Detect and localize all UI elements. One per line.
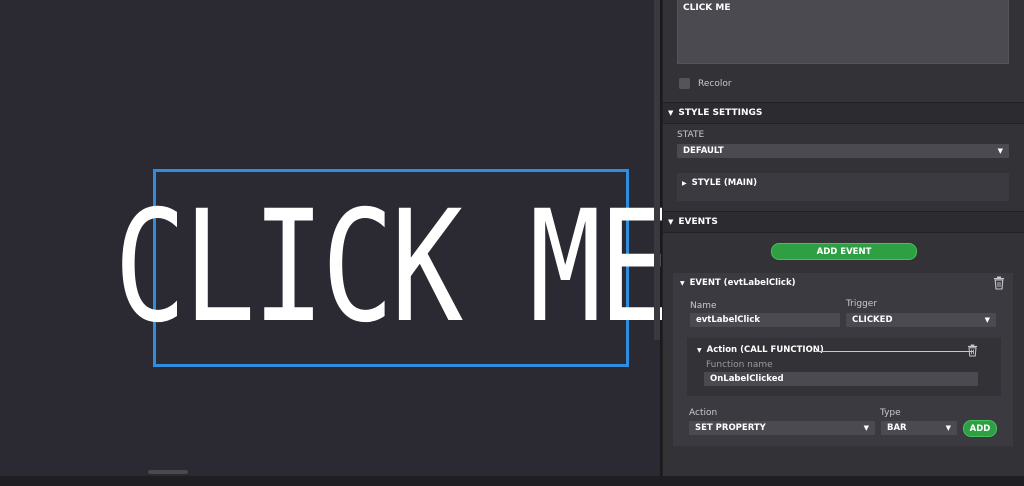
event-header[interactable]: ▼ EVENT (evtLabelClick) bbox=[680, 278, 796, 288]
design-canvas[interactable]: CLICK ME bbox=[0, 0, 671, 476]
action-panel: ▼ Action (CALL FUNCTION) Function name O… bbox=[687, 338, 1001, 396]
events-title: EVENTS bbox=[678, 217, 718, 227]
style-main-label: STYLE (MAIN) bbox=[691, 178, 757, 188]
action-label: Action bbox=[689, 408, 718, 418]
triangle-down-icon: ▼ bbox=[697, 346, 702, 354]
style-main-panel: ▶ STYLE (MAIN) bbox=[677, 173, 1009, 201]
type-dropdown-value: BAR bbox=[887, 423, 907, 433]
trash-icon[interactable] bbox=[993, 276, 1005, 290]
action-header[interactable]: ▼ Action (CALL FUNCTION) bbox=[697, 345, 824, 355]
add-event-button[interactable]: ADD EVENT bbox=[771, 243, 917, 260]
status-bar bbox=[0, 476, 1024, 486]
state-dropdown-value: DEFAULT bbox=[683, 146, 724, 156]
action-divider bbox=[815, 351, 973, 352]
canvas-vertical-scrollbar[interactable] bbox=[654, 0, 660, 340]
trigger-label: Trigger bbox=[846, 299, 878, 309]
triangle-right-icon: ▶ bbox=[682, 179, 687, 187]
recolor-label: Recolor bbox=[698, 78, 732, 89]
properties-panel: CLICK ME Recolor ▼ STYLE SETTINGS STATE … bbox=[662, 0, 1024, 476]
trigger-dropdown-value: CLICKED bbox=[852, 315, 893, 325]
style-settings-title: STYLE SETTINGS bbox=[678, 108, 763, 118]
triangle-down-icon: ▼ bbox=[680, 279, 685, 287]
canvas-horizontal-scrollbar[interactable] bbox=[148, 470, 188, 474]
checkbox-icon[interactable] bbox=[679, 78, 690, 89]
trigger-dropdown[interactable]: CLICKED ▼ bbox=[846, 313, 996, 327]
chevron-down-icon: ▼ bbox=[997, 147, 1003, 155]
triangle-down-icon: ▼ bbox=[668, 218, 674, 226]
state-label: STATE bbox=[677, 130, 705, 140]
chevron-down-icon: ▼ bbox=[945, 424, 951, 432]
function-name-input[interactable]: OnLabelClicked bbox=[704, 372, 978, 386]
add-action-button[interactable]: ADD bbox=[963, 420, 997, 437]
event-title: EVENT (evtLabelClick) bbox=[689, 278, 796, 288]
event-name-label: Name bbox=[690, 301, 717, 311]
triangle-down-icon: ▼ bbox=[668, 109, 674, 117]
chevron-down-icon: ▼ bbox=[984, 316, 990, 324]
event-panel: ▼ EVENT (evtLabelClick) Name evtLabelCli… bbox=[673, 273, 1013, 446]
function-name-label: Function name bbox=[706, 360, 773, 370]
action-dropdown[interactable]: SET PROPERTY ▼ bbox=[689, 421, 875, 435]
label-text-field[interactable]: CLICK ME bbox=[677, 0, 1009, 64]
action-dropdown-value: SET PROPERTY bbox=[695, 423, 766, 433]
trash-icon[interactable] bbox=[967, 344, 978, 357]
state-dropdown[interactable]: DEFAULT ▼ bbox=[677, 144, 1009, 158]
label-widget-text: CLICK ME bbox=[114, 178, 671, 357]
events-header[interactable]: ▼ EVENTS bbox=[663, 211, 1024, 233]
event-name-input[interactable]: evtLabelClick bbox=[690, 313, 840, 327]
action-title: Action (CALL FUNCTION) bbox=[706, 345, 824, 355]
chevron-down-icon: ▼ bbox=[863, 424, 869, 432]
recolor-option[interactable]: Recolor bbox=[679, 78, 732, 89]
type-label: Type bbox=[880, 408, 901, 418]
label-widget-selected[interactable]: CLICK ME bbox=[114, 169, 671, 367]
type-dropdown[interactable]: BAR ▼ bbox=[881, 421, 957, 435]
style-main-header[interactable]: ▶ STYLE (MAIN) bbox=[682, 178, 757, 188]
style-settings-header[interactable]: ▼ STYLE SETTINGS bbox=[663, 102, 1024, 124]
